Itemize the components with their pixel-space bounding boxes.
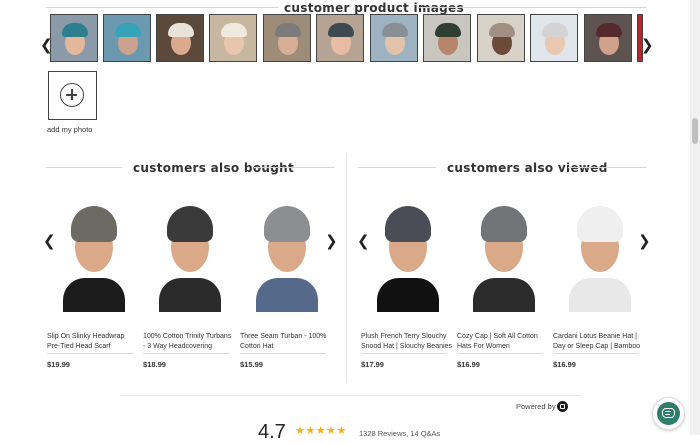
powered-by-label: Powered by <box>516 402 556 411</box>
star-icon: ★ <box>336 425 347 437</box>
customer-photo-thumbnail[interactable] <box>530 14 578 62</box>
product-image[interactable] <box>149 194 231 312</box>
also-bought-rule-right <box>254 167 334 168</box>
product-name[interactable]: Plush French Terry Slouchy Snood Hat | S… <box>361 332 453 352</box>
product-image[interactable] <box>246 194 328 312</box>
star-icon: ★ <box>295 425 306 437</box>
product-image[interactable] <box>367 194 449 312</box>
customer-photo-thumbnail[interactable] <box>370 14 418 62</box>
reviews-count[interactable]: 1328 Reviews, 14 Q&As <box>359 429 440 438</box>
customer-photo-thumbnail[interactable] <box>156 14 204 62</box>
customer-photo-thumbnail[interactable] <box>584 14 632 62</box>
footer-divider <box>120 395 580 396</box>
also-bought-rule-left <box>46 167 122 168</box>
product-name[interactable]: Cardani Lotus Beanie Hat | Day or Sleep … <box>553 332 645 352</box>
product-price: $16.99 <box>457 360 480 369</box>
product-image[interactable] <box>559 194 641 312</box>
product-divider <box>457 353 543 354</box>
customer-photo-thumbnail[interactable] <box>316 14 364 62</box>
product-divider <box>240 353 326 354</box>
add-photo-button[interactable] <box>48 71 97 120</box>
yotpo-logo-icon <box>557 401 568 412</box>
scrollbar-thumb[interactable] <box>692 118 698 144</box>
section-divider-left <box>46 7 278 8</box>
pane-divider <box>346 153 347 383</box>
chat-bubble-icon <box>657 402 680 425</box>
customer-photo-thumbnail[interactable] <box>477 14 525 62</box>
star-icon: ★ <box>326 425 337 437</box>
also-viewed-rule-right <box>568 167 646 168</box>
thumbnails-next-arrow[interactable]: ❯ <box>641 38 654 53</box>
also-viewed-title: customers also viewed <box>447 161 608 175</box>
also-bought-title: customers also bought <box>133 161 294 175</box>
product-divider <box>143 353 229 354</box>
product-divider <box>553 353 639 354</box>
product-name[interactable]: Cozy Cap | Soft All Cotton Hats For Wome… <box>457 332 549 352</box>
plus-circle-icon <box>60 83 84 107</box>
add-photo-label: add my photo <box>47 125 93 134</box>
star-icon: ★ <box>315 425 327 437</box>
customer-photo-thumbnail[interactable] <box>103 14 151 62</box>
rating-value: 4.7 <box>258 421 286 443</box>
customer-photo-thumbnail[interactable] <box>209 14 257 62</box>
customer-images-title: customer product images <box>284 1 464 15</box>
also-viewed-rule-left <box>358 167 436 168</box>
product-price: $16.99 <box>553 360 576 369</box>
section-divider-right <box>418 7 646 8</box>
product-price: $15.99 <box>240 360 263 369</box>
product-price: $18.99 <box>143 360 166 369</box>
chat-button[interactable] <box>652 397 685 430</box>
product-divider <box>47 353 133 354</box>
rating-stars: ★★★★★ <box>295 424 347 437</box>
page-scrollbar[interactable] <box>690 0 700 435</box>
product-image[interactable] <box>463 194 545 312</box>
customer-photo-thumbnail[interactable] <box>50 14 98 62</box>
product-price: $19.99 <box>47 360 70 369</box>
customer-photo-thumbnail[interactable] <box>423 14 471 62</box>
product-name[interactable]: 100% Cotton Trinity Turbans - 3 Way Head… <box>143 332 235 352</box>
product-divider <box>361 353 447 354</box>
customer-photo-thumbnail[interactable] <box>263 14 311 62</box>
product-name[interactable]: Slip On Slinky Headwrap Pre-Tied Head Sc… <box>47 332 139 352</box>
star-icon: ★ <box>305 425 316 437</box>
product-image[interactable] <box>53 194 135 312</box>
product-name[interactable]: Three Seam Turban - 100% Cotton Hat <box>240 332 332 352</box>
product-price: $17.99 <box>361 360 384 369</box>
